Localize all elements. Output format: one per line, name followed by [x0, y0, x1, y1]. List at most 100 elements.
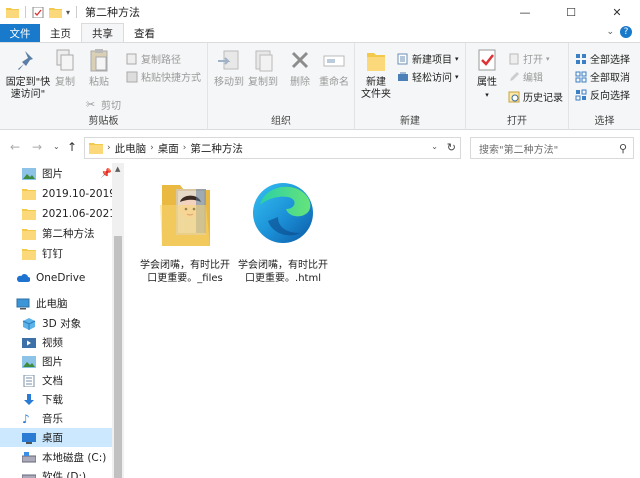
rename-button[interactable]: 重命名: [316, 47, 352, 89]
download-icon: [24, 393, 34, 405]
select-all-button[interactable]: 全部选择: [575, 51, 630, 66]
tab-view[interactable]: 查看: [124, 24, 165, 42]
nav-item-drive-d[interactable]: 软件 (D:): [0, 467, 112, 478]
refresh-icon[interactable]: ↻: [447, 141, 456, 154]
group-label-clipboard: 剪贴板: [88, 116, 119, 127]
move-to-icon: [218, 50, 239, 70]
easy-access-icon: [398, 72, 408, 81]
breadcrumb-this-pc[interactable]: 此电脑: [115, 141, 147, 156]
open-button[interactable]: 打开 ▾: [508, 51, 550, 66]
new-folder-icon[interactable]: [49, 7, 62, 18]
new-folder-button[interactable]: 新建 文件夹: [359, 47, 393, 101]
easy-access-button[interactable]: 轻松访问 ▾: [397, 69, 459, 84]
copy-to-icon: [255, 50, 273, 72]
rename-icon: [323, 55, 345, 67]
minimize-button[interactable]: —: [502, 0, 548, 24]
chevron-down-icon[interactable]: ⌄: [606, 27, 614, 37]
nav-item-drive-c[interactable]: 本地磁盘 (C:): [0, 448, 112, 467]
group-organize: 移动到 复制到 删除 重命名 组织: [208, 43, 355, 130]
folder-icon: [22, 188, 36, 200]
help-icon[interactable]: ?: [620, 26, 632, 38]
breadcrumb-current[interactable]: 第二种方法: [190, 141, 243, 156]
desktop-icon: [22, 432, 36, 444]
group-new: 新建 文件夹 新建项目 ▾ 轻松访问 ▾ 新建: [355, 43, 466, 130]
breadcrumb-desktop[interactable]: 桌面: [158, 141, 179, 156]
history-button[interactable]: 历史记录: [508, 89, 563, 104]
new-item-button[interactable]: 新建项目 ▾: [397, 51, 459, 66]
open-icon: [509, 53, 519, 64]
group-label-select: 选择: [594, 116, 615, 127]
nav-item-music[interactable]: ♪ 音乐: [0, 409, 112, 428]
group-open: 属性 ▾ 打开 ▾ 编辑 历史记录 打开: [466, 43, 569, 130]
copy-button[interactable]: 复制: [52, 47, 78, 89]
search-input[interactable]: 搜索"第二种方法" ⚲: [470, 137, 634, 159]
nav-item-downloads[interactable]: 下载: [0, 390, 112, 409]
pin-quick-access-button[interactable]: 固定到"快 速访问": [4, 47, 52, 101]
nav-item-pictures-pc[interactable]: 图片: [0, 352, 112, 371]
address-bar[interactable]: › 此电脑 › 桌面 › 第二种方法 ⌄ ↻: [84, 137, 461, 159]
scrollbar-thumb[interactable]: [114, 236, 122, 478]
nav-item-folder-2019[interactable]: 2019.10-2019.1: [0, 184, 112, 203]
ribbon: 固定到"快 速访问" 复制 粘贴 复制路径 粘贴快捷方式 ✂ 剪切 剪贴板 移动…: [0, 42, 640, 130]
nav-item-desktop[interactable]: 桌面: [0, 428, 112, 447]
nav-item-pictures[interactable]: 图片 📌: [0, 164, 112, 183]
recent-locations-dropdown[interactable]: ⌄: [53, 142, 60, 151]
tab-share[interactable]: 共享: [81, 23, 124, 42]
edge-icon: [253, 183, 313, 243]
nav-item-second-method[interactable]: 第二种方法: [0, 224, 112, 243]
paste-button[interactable]: 粘贴: [84, 47, 114, 89]
edit-button[interactable]: 编辑: [508, 69, 543, 84]
chevron-right-icon: ›: [182, 143, 187, 153]
paste-shortcut-button[interactable]: 粘贴快捷方式: [126, 69, 201, 84]
chevron-right-icon: ›: [150, 143, 154, 153]
pin-icon[interactable]: 📌: [101, 169, 112, 179]
nav-item-dingtalk[interactable]: 钉钉: [0, 244, 112, 263]
invert-selection-button[interactable]: 反向选择: [575, 87, 630, 102]
delete-button[interactable]: 删除: [288, 47, 312, 89]
back-button[interactable]: ←: [10, 140, 20, 154]
window-title: 第二种方法: [85, 6, 141, 19]
new-folder-icon: [367, 53, 385, 71]
chevron-down-icon[interactable]: ⌄: [431, 142, 438, 151]
nav-scrollbar[interactable]: ▲: [112, 163, 124, 478]
maximize-button[interactable]: ☐: [548, 0, 594, 24]
computer-icon: [16, 298, 30, 309]
drive-icon: [22, 451, 36, 462]
properties-icon[interactable]: [32, 6, 45, 18]
group-clipboard: 固定到"快 速访问" 复制 粘贴 复制路径 粘贴快捷方式 ✂ 剪切 剪贴板: [0, 43, 208, 130]
file-name: 学会闭嘴，有时比开口更重要。.html: [238, 260, 328, 284]
nav-item-documents[interactable]: 文档: [0, 371, 112, 390]
pictures-icon: [22, 355, 36, 368]
folder-icon: [22, 208, 36, 220]
separator: [76, 6, 78, 18]
invert-selection-icon: [575, 89, 587, 100]
video-icon: [22, 337, 36, 348]
copy-to-button[interactable]: 复制到: [246, 47, 280, 89]
tab-home[interactable]: 主页: [40, 24, 81, 42]
forward-button[interactable]: →: [32, 140, 42, 154]
scroll-up-icon[interactable]: ▲: [115, 165, 120, 173]
nav-item-onedrive[interactable]: OneDrive: [0, 268, 112, 287]
chevron-right-icon: ›: [107, 143, 111, 153]
file-item-html[interactable]: 学会闭嘴，有时比开口更重要。.html: [238, 175, 328, 285]
file-item-folder[interactable]: 学会闭嘴，有时比开口更重要。_files: [140, 175, 230, 285]
cut-button[interactable]: ✂ 剪切: [86, 97, 121, 112]
title-bar: ▾ 第二种方法 — ☐ ✕: [0, 0, 640, 24]
up-button[interactable]: ↑: [67, 140, 77, 154]
file-name: 学会闭嘴，有时比开口更重要。_files: [140, 260, 230, 284]
customize-toolbar-dropdown[interactable]: ▾: [66, 8, 70, 17]
tab-file[interactable]: 文件: [0, 24, 40, 42]
nav-item-3d-objects[interactable]: 3D 对象: [0, 314, 112, 333]
drive-icon: [22, 474, 36, 478]
chevron-down-icon: ▾: [455, 54, 459, 63]
nav-item-this-pc[interactable]: 此电脑: [0, 294, 112, 313]
folder-icon: [6, 7, 19, 18]
properties-button[interactable]: 属性 ▾: [472, 47, 502, 101]
select-none-button[interactable]: 全部取消: [575, 69, 630, 84]
nav-item-folder-2021[interactable]: 2021.06-2021.1: [0, 204, 112, 223]
nav-item-videos[interactable]: 视频: [0, 333, 112, 352]
copy-path-button[interactable]: 复制路径: [126, 51, 181, 66]
search-placeholder: 搜索"第二种方法": [479, 144, 559, 156]
close-button[interactable]: ✕: [594, 0, 640, 24]
move-to-button[interactable]: 移动到: [212, 47, 246, 89]
